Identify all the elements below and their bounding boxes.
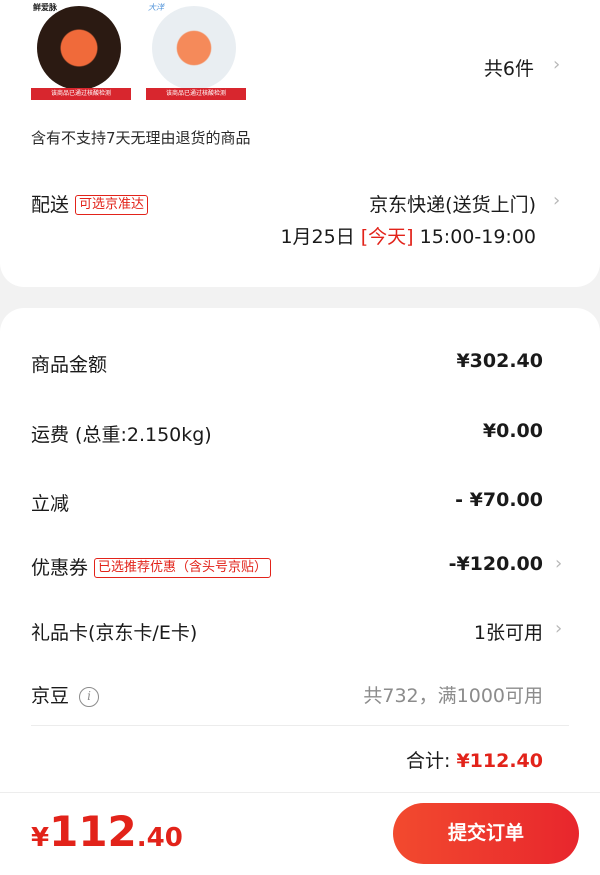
salmon-steak-image [152, 6, 236, 90]
instant-discount-label: 立减 [31, 493, 70, 515]
delivery-date: 1月25日 [280, 226, 355, 248]
delivery-label: 配送 [31, 194, 70, 216]
chevron-right-icon[interactable]: › [553, 190, 560, 211]
final-price: ¥112.40 [31, 807, 183, 856]
product-thumbnail[interactable]: 大洋 该商品已通过核酸检测 [146, 0, 246, 100]
price-summary-card [0, 308, 600, 875]
delivery-row[interactable]: 配送 可选京准达 [31, 190, 149, 217]
product-thumbnail[interactable]: 鲜爱脉 该商品已通过核酸检测 [31, 0, 131, 100]
quality-tag: 该商品已通过核酸检测 [31, 88, 131, 100]
delivery-time[interactable]: 1月25日 [今天] 15:00-19:00 [280, 222, 536, 249]
delivery-badge[interactable]: 可选京准达 [75, 195, 149, 215]
item-count[interactable]: 共6件 [484, 54, 534, 81]
brand-logo: 鲜爱脉 [33, 3, 57, 12]
instant-discount-value: - ¥70.00 [455, 489, 543, 511]
chevron-right-icon[interactable]: › [553, 54, 560, 75]
price-integer: 112 [49, 807, 137, 856]
salmon-image [37, 6, 121, 90]
currency-symbol: ¥ [31, 823, 50, 853]
gift-card-value[interactable]: 1张可用 [474, 618, 543, 645]
delivery-window: 15:00-19:00 [419, 226, 536, 248]
subtotal-value: ¥112.40 [456, 750, 543, 772]
brand-logo: 大洋 [148, 3, 164, 12]
chevron-right-icon[interactable]: › [555, 553, 562, 574]
subtotal: 合计: ¥112.40 [406, 746, 543, 773]
gift-card-label: 礼品卡(京东卡/E卡) [31, 622, 198, 644]
shipping-fee-label: 运费 (总重:2.150kg) [31, 424, 212, 446]
coupon-row[interactable]: 优惠券 已选推荐优惠（含头号京贴） [31, 553, 272, 580]
delivery-day: [今天] [360, 226, 414, 248]
coupon-badge: 已选推荐优惠（含头号京贴） [94, 558, 272, 578]
goods-amount-label: 商品金额 [31, 354, 108, 376]
goods-amount-value: ¥302.40 [456, 350, 543, 372]
quality-tag: 该商品已通过核酸检测 [146, 88, 246, 100]
jd-beans-row: 京豆 i [31, 681, 100, 708]
shipping-method[interactable]: 京东快递(送货上门) [369, 190, 536, 217]
price-decimal: .40 [136, 823, 183, 853]
jd-beans-value: 共732，满1000可用 [363, 685, 543, 707]
divider [31, 725, 569, 726]
coupon-label: 优惠券 [31, 557, 89, 579]
coupon-value[interactable]: -¥120.00 [449, 553, 543, 575]
info-icon[interactable]: i [79, 687, 100, 707]
return-policy-notice: 含有不支持7天无理由退货的商品 [31, 129, 251, 147]
submit-order-button[interactable]: 提交订单 [393, 803, 579, 864]
jd-beans-label: 京豆 [31, 685, 70, 707]
chevron-right-icon[interactable]: › [555, 618, 562, 639]
subtotal-label: 合计: [406, 750, 451, 772]
shipping-fee-value: ¥0.00 [482, 420, 543, 442]
